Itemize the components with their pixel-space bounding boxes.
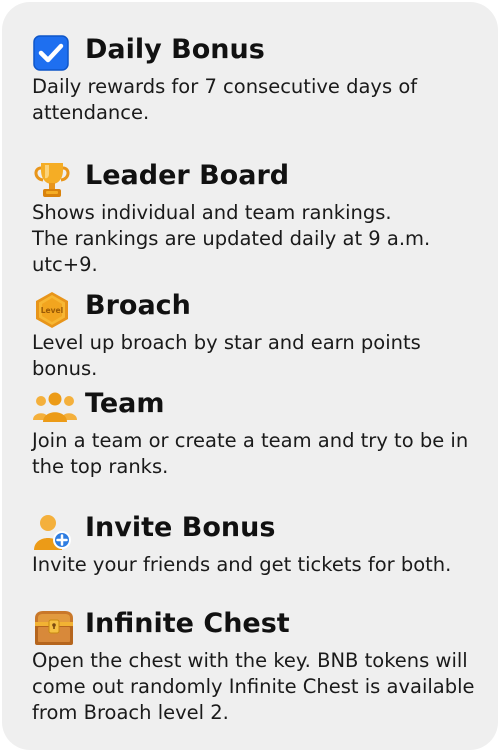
feature-broach: Level Broach Level up broach by star and… <box>32 286 487 382</box>
feature-description: Open the chest with the key. BNB tokens … <box>32 649 475 724</box>
feature-daily-bonus: Daily Bonus Daily rewards for 7 consecut… <box>32 30 487 126</box>
treasure-chest-icon <box>32 608 73 648</box>
level-badge-text: Level <box>41 306 63 315</box>
feature-title: Daily Bonus <box>85 34 265 65</box>
feature-header: Infinite Chest <box>32 604 487 648</box>
level-badge-icon: Level <box>32 290 72 330</box>
feature-title: Team <box>85 388 165 419</box>
feature-header: Team <box>32 384 487 428</box>
feature-title: Invite Bonus <box>85 512 276 543</box>
features-card: Daily Bonus Daily rewards for 7 consecut… <box>2 2 498 750</box>
invite-user-icon <box>32 512 72 552</box>
feature-title: Leader Board <box>85 160 290 191</box>
feature-description: Invite your friends and get tickets for … <box>32 553 452 576</box>
feature-header: Leader Board <box>32 156 487 200</box>
feature-description: Join a team or create a team and try to … <box>32 429 469 478</box>
feature-header: Level Broach <box>32 286 487 330</box>
feature-title: Broach <box>85 290 191 321</box>
feature-invite-bonus: Invite Bonus Invite your friends and get… <box>32 508 487 578</box>
feature-header: Daily Bonus <box>32 30 487 74</box>
trophy-icon <box>32 160 72 200</box>
team-icon <box>32 388 77 428</box>
feature-description: Shows individual and team rankings. The … <box>32 201 431 276</box>
feature-title: Infinite Chest <box>85 608 290 639</box>
checkbox-icon <box>32 34 72 74</box>
feature-description: Daily rewards for 7 consecutive days of … <box>32 75 418 124</box>
feature-team: Team Join a team or create a team and tr… <box>32 384 487 480</box>
feature-header: Invite Bonus <box>32 508 487 552</box>
feature-infinite-chest: Infinite Chest Open the chest with the k… <box>32 604 487 726</box>
feature-leader-board: Leader Board Shows individual and team r… <box>32 156 487 278</box>
feature-description: Level up broach by star and earn points … <box>32 331 421 380</box>
